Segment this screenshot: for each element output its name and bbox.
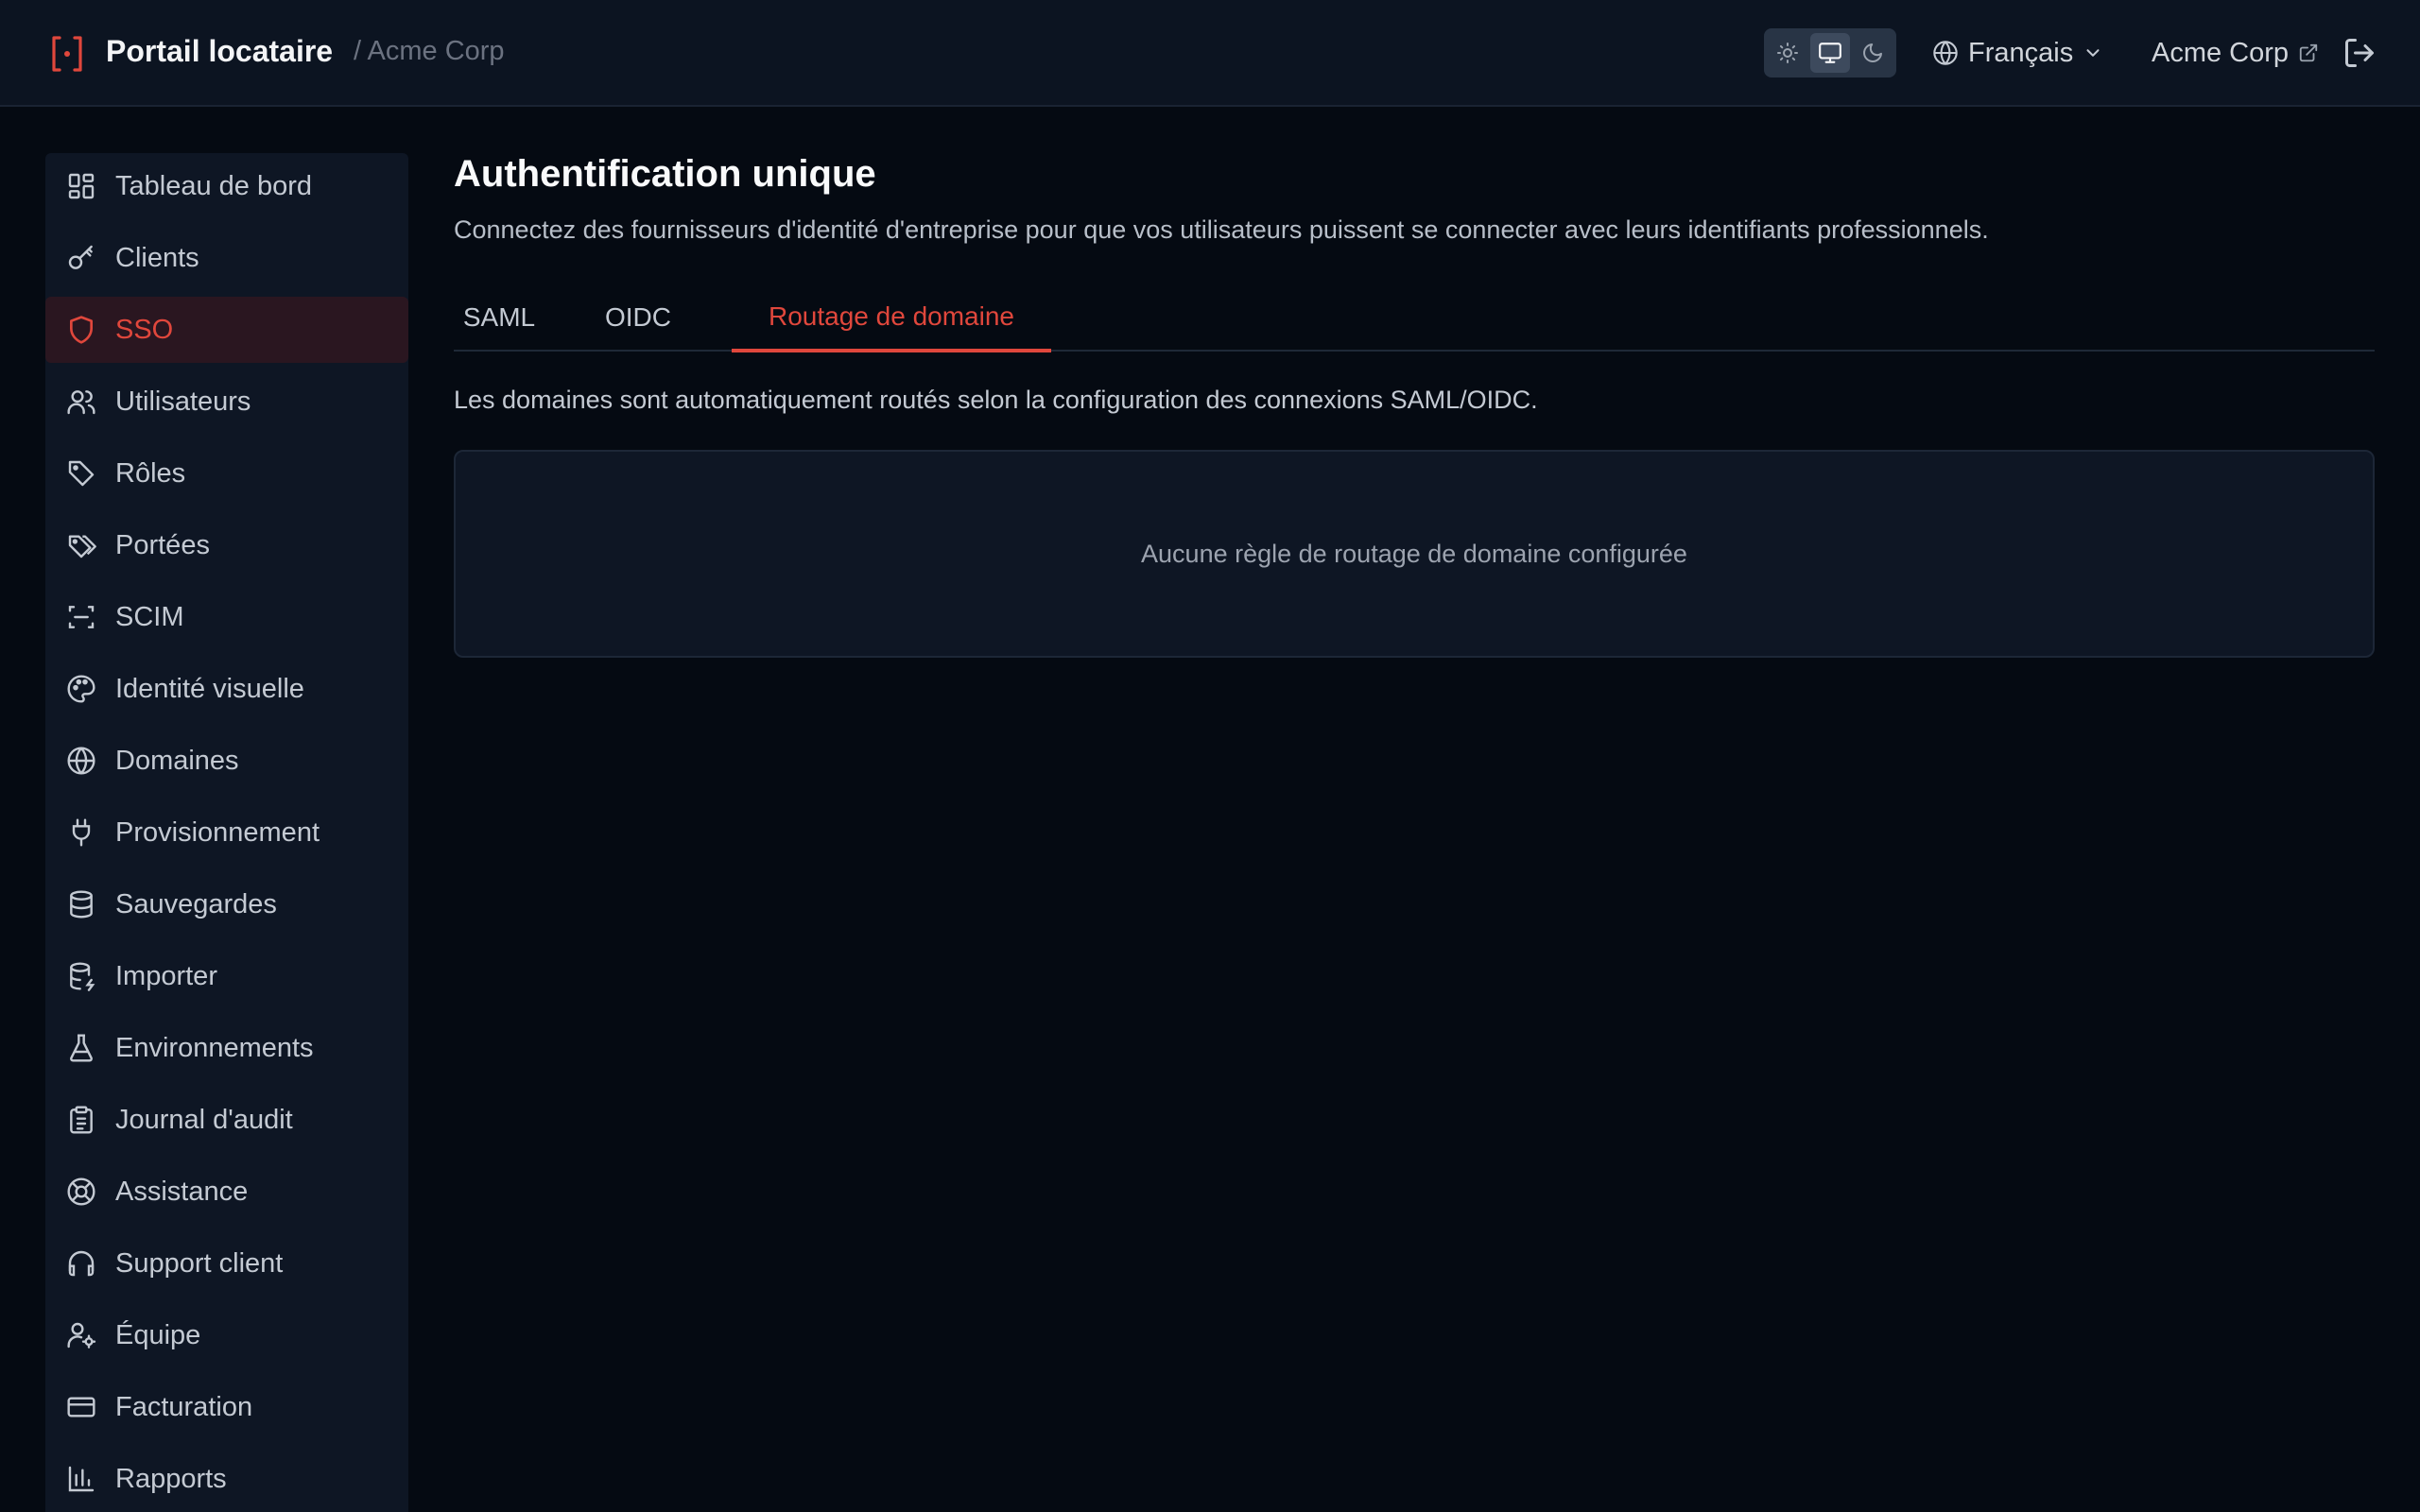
database-import-icon (70, 962, 95, 991)
sidebar-item-label: Domaines (115, 745, 239, 776)
sidebar-item-reports[interactable]: Rapports (45, 1446, 408, 1512)
sidebar-item-label: Tableau de bord (115, 170, 312, 201)
sidebar-item-domains[interactable]: Domaines (45, 728, 408, 794)
moon-icon (1863, 43, 1882, 62)
sidebar-item-backups[interactable]: Sauvegardes (45, 871, 408, 937)
sidebar-item-label: Support client (115, 1247, 284, 1279)
language-label: Français (1968, 37, 2074, 68)
credit-card-icon (67, 1397, 95, 1418)
tab-saml[interactable]: SAML (454, 284, 535, 352)
scan-icon (68, 606, 95, 628)
sidebar-item-branding[interactable]: Identité visuelle (45, 656, 408, 722)
sidebar-item-label: Équipe (115, 1319, 201, 1350)
sidebar-item-label: Provisionnement (115, 816, 320, 848)
tab-label: Routage de domaine (769, 301, 1014, 331)
sidebar-item-label: Rapports (115, 1463, 227, 1494)
sun-icon (1777, 43, 1798, 63)
external-link-icon (2299, 43, 2318, 62)
sidebar-item-team[interactable]: Équipe (45, 1302, 408, 1368)
app-title[interactable]: Portail locataire (106, 34, 333, 69)
tags-icon (68, 535, 96, 558)
portal-logo-icon[interactable] (51, 35, 83, 73)
sidebar-item-label: Importer (115, 960, 217, 991)
theme-dark-button[interactable] (1853, 33, 1893, 73)
page-subtitle: Connectez des fournisseurs d'identité d'… (454, 215, 1989, 244)
tab-oidc[interactable]: OIDC (586, 284, 690, 352)
sidebar-item-provisioning[interactable]: Provisionnement (45, 799, 408, 866)
sidebar-item-scopes[interactable]: Portées (45, 512, 408, 578)
theme-switcher (1764, 28, 1896, 77)
sidebar-item-label: Environnements (115, 1032, 314, 1063)
sidebar-item-label: SSO (115, 314, 174, 345)
key-icon (68, 245, 93, 269)
dashboard-icon (68, 173, 95, 199)
sidebar-item-label: Sauvegardes (115, 888, 277, 919)
users-icon (67, 390, 95, 415)
organization-label: Acme Corp (2152, 37, 2290, 68)
sidebar-item-label: Identité visuelle (115, 673, 304, 704)
routing-info-text: Les domaines sont automatiquement routés… (454, 386, 1538, 414)
theme-system-button[interactable] (1810, 33, 1850, 73)
tab-bar: SAML OIDC Routage de domaine (454, 284, 2375, 352)
globe-icon (67, 747, 95, 775)
tab-label: SAML (462, 302, 536, 332)
sidebar-item-label: Clients (115, 242, 199, 273)
globe-icon (1933, 41, 1958, 65)
sidebar-item-label: SCIM (115, 601, 184, 632)
top-bar: Portail locataire / Acme Corp Français A… (0, 0, 2420, 107)
empty-state-message: Aucune règle de routage de domaine confi… (1141, 539, 1687, 568)
sidebar-item-label: Portées (115, 529, 210, 560)
page-title: Authentification unique (454, 153, 876, 195)
sidebar-item-label: Assistance (115, 1176, 249, 1207)
sidebar-item-audit-log[interactable]: Journal d'audit (45, 1087, 408, 1153)
sidebar-item-sso[interactable]: SSO (45, 297, 408, 363)
sidebar-item-environments[interactable]: Environnements (45, 1015, 408, 1081)
tag-icon (68, 460, 95, 487)
sidebar-item-clients[interactable]: Clients (45, 225, 408, 291)
domain-routing-empty-state: Aucune règle de routage de domaine confi… (454, 450, 2375, 658)
logout-icon[interactable] (2342, 36, 2377, 70)
tab-domain-routing[interactable]: Routage de domaine (732, 284, 1051, 352)
sidebar-item-roles[interactable]: Rôles (45, 440, 408, 507)
plug-icon (72, 818, 91, 847)
organization-link[interactable]: Acme Corp (2152, 34, 2319, 72)
palette-icon (67, 675, 95, 703)
bar-chart-icon (68, 1466, 95, 1492)
flask-icon (70, 1034, 93, 1062)
sidebar-item-label: Journal d'audit (115, 1104, 293, 1135)
sidebar-item-billing[interactable]: Facturation (45, 1374, 408, 1440)
sidebar-item-assistance[interactable]: Assistance (45, 1159, 408, 1225)
sidebar-item-customer-support[interactable]: Support client (45, 1230, 408, 1297)
shield-icon (70, 316, 93, 344)
lifebuoy-icon (67, 1177, 95, 1206)
sidebar: Tableau de bord Clients SSO Utilisateurs… (45, 153, 408, 1512)
headphones-icon (68, 1250, 95, 1277)
sidebar-item-label: Rôles (115, 457, 186, 489)
theme-light-button[interactable] (1768, 33, 1807, 73)
sidebar-item-dashboard[interactable]: Tableau de bord (45, 153, 408, 219)
sidebar-item-scim[interactable]: SCIM (45, 584, 408, 650)
sidebar-item-label: Facturation (115, 1391, 253, 1422)
database-icon (70, 890, 93, 919)
tab-label: OIDC (605, 302, 671, 332)
sidebar-item-users[interactable]: Utilisateurs (45, 369, 408, 435)
sidebar-item-label: Utilisateurs (115, 386, 251, 417)
breadcrumb: / Acme Corp (354, 36, 505, 66)
chevron-down-icon (2086, 49, 2100, 57)
monitor-icon (1819, 43, 1841, 63)
clipboard-icon (70, 1106, 93, 1134)
user-cog-icon (67, 1322, 96, 1349)
sidebar-item-import[interactable]: Importer (45, 943, 408, 1009)
language-selector[interactable]: Français (1932, 34, 2103, 72)
